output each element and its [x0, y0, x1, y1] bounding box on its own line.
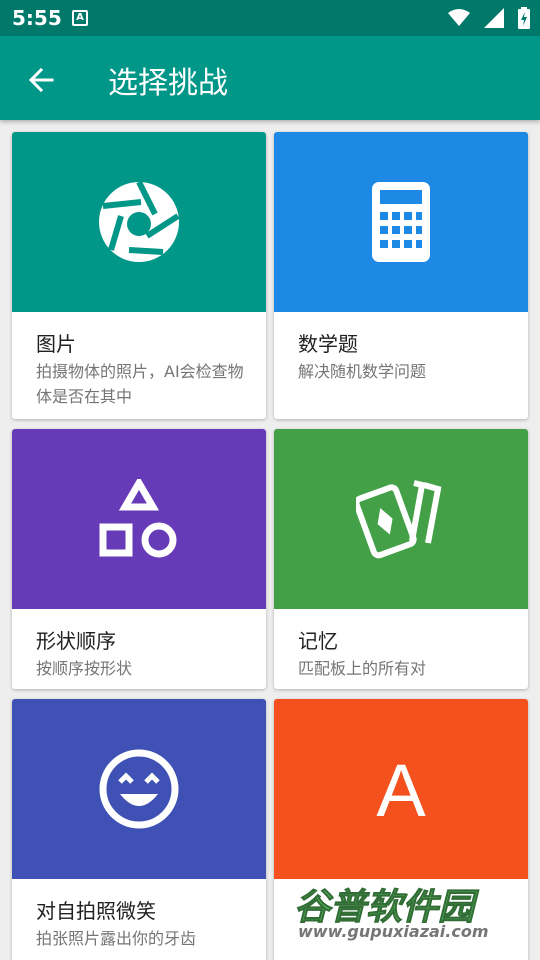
cards-icon	[356, 480, 442, 559]
card-description: 匹配板上的所有对	[298, 659, 427, 678]
status-bar: 5:55 A	[0, 0, 540, 36]
card-title: 对自拍照微笑	[36, 899, 156, 923]
smile-face-icon	[99, 749, 179, 829]
card-title: 图片	[36, 332, 76, 356]
challenge-card-typing[interactable]: A	[274, 699, 528, 960]
card-title: 数学题	[298, 332, 358, 356]
back-button[interactable]	[22, 60, 62, 100]
card-description: 按顺序按形状	[36, 659, 133, 678]
calculator-icon	[372, 182, 430, 262]
challenge-card-math[interactable]: 数学题 解决随机数学问题	[274, 132, 528, 419]
card-title: 形状顺序	[36, 629, 116, 653]
card-description: 解决随机数学问题	[298, 362, 427, 381]
app-bar: 选择挑战	[0, 36, 540, 120]
card-title: 记忆	[298, 629, 338, 653]
arrow-back-icon	[28, 67, 54, 93]
battery-charging-icon	[518, 7, 530, 29]
wifi-icon	[448, 9, 470, 26]
letter-a-icon: A	[376, 754, 426, 824]
card-hero	[12, 429, 266, 609]
card-hero	[274, 429, 528, 609]
camera-aperture-icon	[99, 180, 180, 262]
page-title: 选择挑战	[108, 66, 228, 101]
card-description: 拍张照片露出你的牙齿	[36, 929, 197, 948]
card-hero	[12, 132, 266, 312]
challenge-card-picture[interactable]: 图片 拍摄物体的照片，AI会检查物体是否在其中	[12, 132, 266, 419]
letter-a-text: A	[376, 754, 426, 824]
shapes-icon	[99, 479, 177, 558]
card-hero	[12, 699, 266, 879]
system-icons	[448, 6, 530, 30]
card-hero	[274, 132, 528, 312]
signal-icon	[484, 8, 504, 28]
a-badge-icon: A	[72, 10, 88, 26]
status-time: 5:55	[12, 6, 62, 30]
challenge-card-selfie-smile[interactable]: 对自拍照微笑 拍张照片露出你的牙齿	[12, 699, 266, 960]
challenge-card-shape-order[interactable]: 形状顺序 按顺序按形状	[12, 429, 266, 689]
card-description: 拍摄物体的照片，AI会检查物体是否在其中	[36, 362, 244, 406]
challenge-card-memory[interactable]: 记忆 匹配板上的所有对	[274, 429, 528, 689]
card-hero: A	[274, 699, 528, 879]
